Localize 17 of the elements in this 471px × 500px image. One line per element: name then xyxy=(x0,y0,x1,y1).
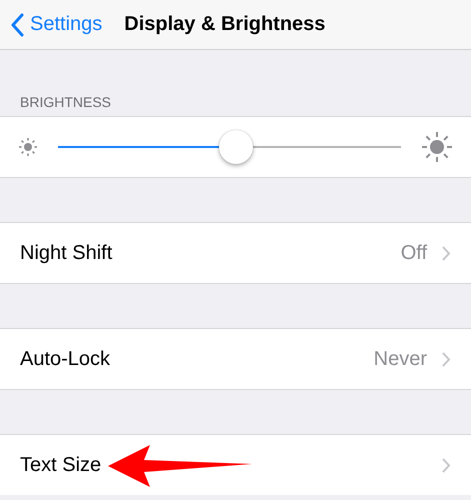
back-button[interactable]: Settings xyxy=(0,12,102,36)
settings-row[interactable]: Text Size xyxy=(0,435,471,495)
chevron-icon xyxy=(441,244,451,262)
slider-thumb[interactable] xyxy=(219,130,254,164)
back-chevron-icon xyxy=(10,12,24,36)
settings-row[interactable]: Night Shift Off xyxy=(0,223,471,284)
row-label: Night Shift xyxy=(20,242,112,264)
chevron-icon xyxy=(441,350,451,368)
screen-title: Display & Brightness xyxy=(124,13,326,36)
row-label: Text Size xyxy=(20,454,102,476)
row-label: Auto-Lock xyxy=(20,348,110,370)
small-sun-icon xyxy=(18,137,38,157)
row-value: Off xyxy=(400,242,427,264)
row-value: Never xyxy=(374,348,427,370)
chevron-icon xyxy=(441,456,451,474)
large-sun-icon xyxy=(421,131,453,163)
settings-row[interactable]: Auto-Lock Never xyxy=(0,329,471,390)
